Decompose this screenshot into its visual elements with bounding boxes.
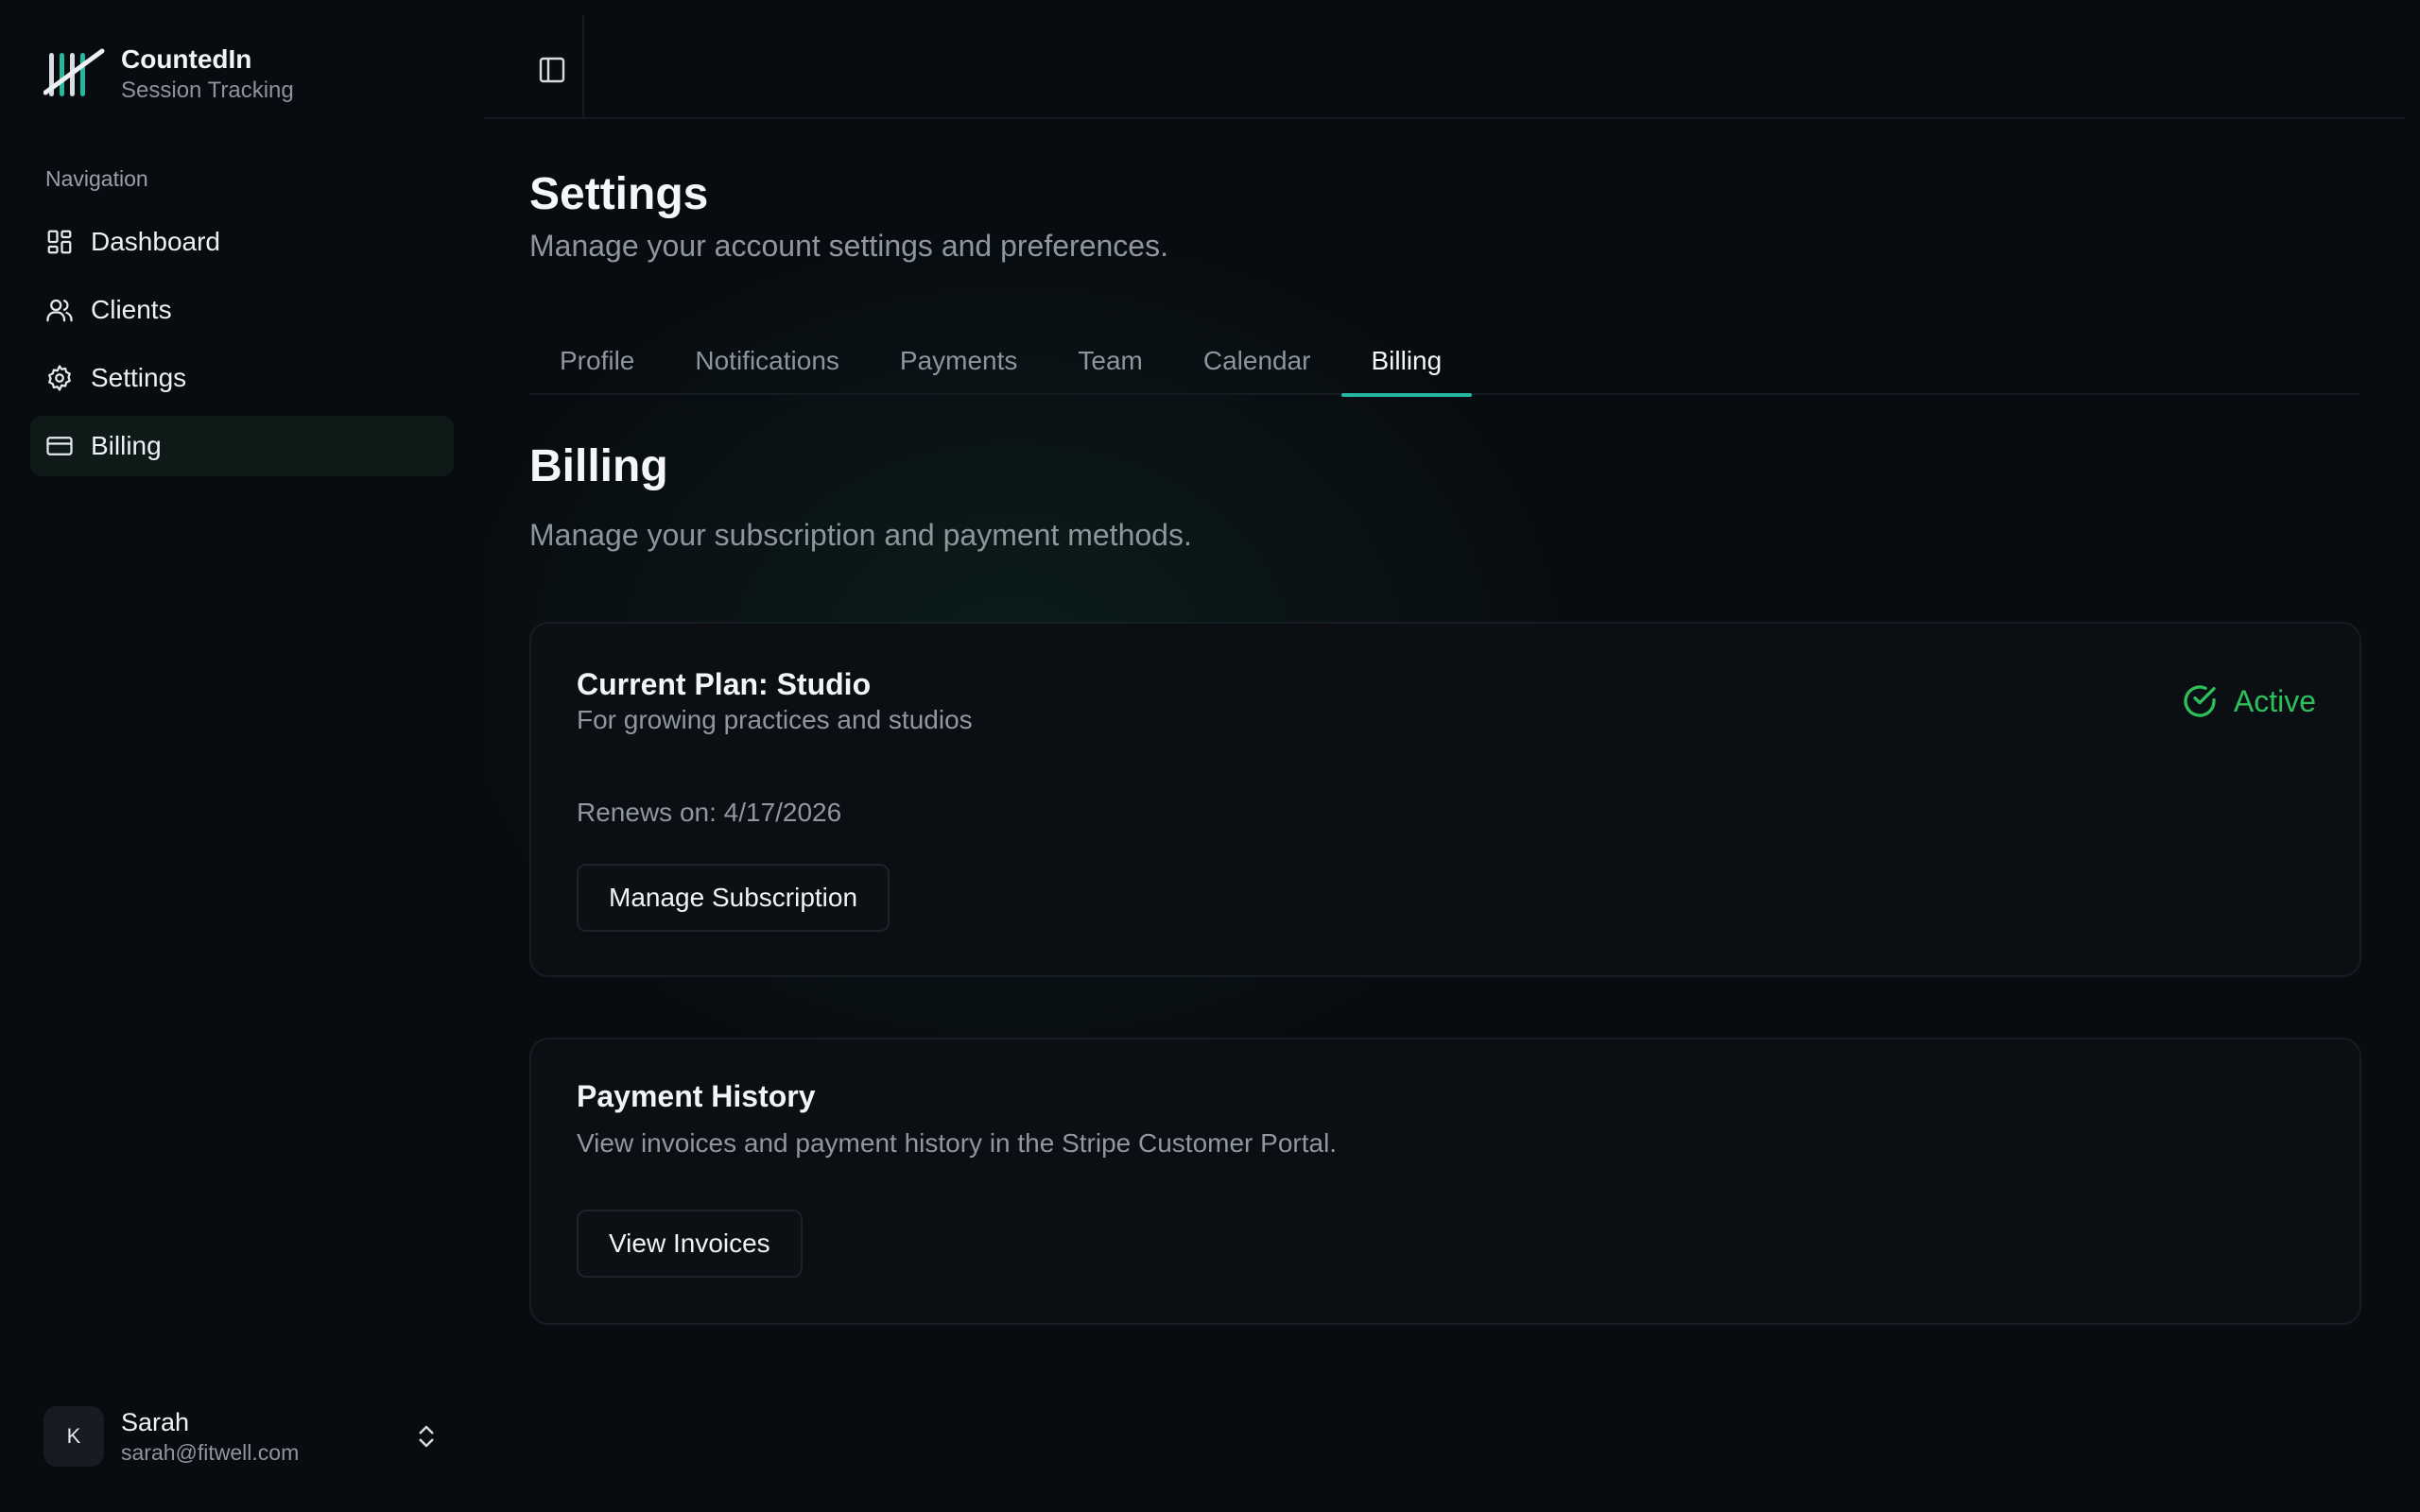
- top-bar: [484, 0, 2405, 119]
- sidebar-item-label: Settings: [91, 363, 187, 392]
- page-subtitle: Manage your account settings and prefere…: [529, 229, 1168, 263]
- gear-icon: [48, 365, 71, 391]
- nav-section-label: Navigation: [45, 166, 148, 191]
- view-invoices-button[interactable]: View Invoices: [577, 1210, 803, 1278]
- history-description: View invoices and payment history in the…: [577, 1128, 1338, 1158]
- topbar-divider: [582, 15, 584, 117]
- sidebar-item-label: Billing: [91, 431, 162, 460]
- plan-title: Current Plan: Studio: [577, 667, 872, 701]
- renewal-date: Renews on: 4/17/2026: [577, 798, 842, 827]
- brand[interactable]: CountedIn Session Tracking: [43, 43, 294, 106]
- page-title: Settings: [529, 169, 709, 219]
- sidebar-item-label: Dashboard: [91, 227, 220, 256]
- sidebar-item-label: Clients: [91, 295, 172, 324]
- tab-billing[interactable]: Billing: [1340, 327, 1473, 397]
- status-label: Active: [2233, 683, 2316, 718]
- chevrons-up-down-icon[interactable]: [412, 1422, 441, 1451]
- tab-team[interactable]: Team: [1047, 327, 1172, 395]
- payment-history-card: Payment History View invoices and paymen…: [529, 1038, 2361, 1325]
- main-content: Settings Manage your account settings an…: [484, 0, 2420, 1512]
- sidebar-item-clients[interactable]: Clients: [30, 280, 454, 340]
- sidebar-item-settings[interactable]: Settings: [30, 348, 454, 408]
- manage-subscription-button[interactable]: Manage Subscription: [577, 864, 890, 932]
- sidebar-nav: Dashboard Clients Settings Billing: [30, 212, 454, 484]
- tally-logo-icon: [43, 48, 105, 96]
- sidebar-item-dashboard[interactable]: Dashboard: [30, 212, 454, 272]
- tab-payments[interactable]: Payments: [870, 327, 1048, 395]
- status-badge: Active: [2181, 682, 2316, 720]
- dashboard-icon: [47, 230, 72, 254]
- tab-calendar[interactable]: Calendar: [1173, 327, 1341, 395]
- settings-tabs: Profile Notifications Payments Team Cale…: [529, 327, 2360, 397]
- user-menu[interactable]: K Sarah sarah@fitwell.com: [43, 1404, 441, 1469]
- panel-left-icon: [539, 57, 565, 83]
- section-title: Billing: [529, 441, 668, 491]
- tab-profile[interactable]: Profile: [529, 327, 665, 395]
- app-root: CountedIn Session Tracking Navigation Da…: [0, 0, 2420, 1512]
- sidebar-toggle-button[interactable]: [522, 49, 582, 91]
- user-email: sarah@fitwell.com: [121, 1440, 300, 1465]
- tab-notifications[interactable]: Notifications: [665, 327, 870, 395]
- avatar: K: [43, 1406, 104, 1467]
- plan-description: For growing practices and studios: [577, 705, 973, 734]
- users-icon: [46, 299, 73, 322]
- history-title: Payment History: [577, 1079, 816, 1113]
- app-name: CountedIn: [121, 44, 252, 74]
- credit-card-icon: [46, 437, 73, 455]
- check-circle-icon: [2184, 685, 2216, 717]
- sidebar: CountedIn Session Tracking Navigation Da…: [0, 0, 484, 1512]
- app-subtitle: Session Tracking: [121, 77, 294, 103]
- section-subtitle: Manage your subscription and payment met…: [529, 518, 1192, 552]
- sidebar-item-billing[interactable]: Billing: [30, 416, 454, 476]
- current-plan-card: Current Plan: Studio For growing practic…: [529, 622, 2361, 977]
- user-name: Sarah: [121, 1408, 190, 1436]
